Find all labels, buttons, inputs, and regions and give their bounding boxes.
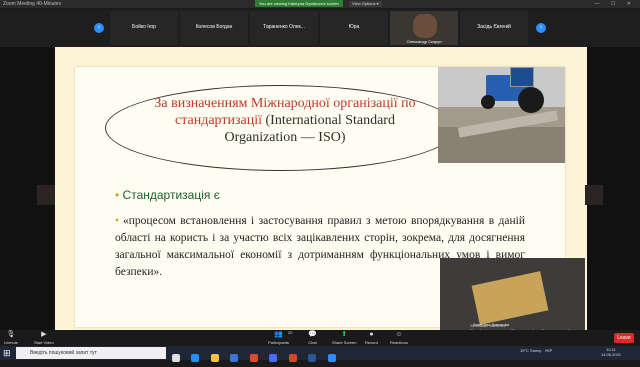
- shared-screen: За визначенням Міжнародної організації п…: [0, 47, 640, 330]
- participant-name: Колесов Богдан: [195, 24, 233, 30]
- participants-icon: 👥: [274, 331, 283, 338]
- tractor-rear-wheel: [518, 87, 544, 113]
- powerpoint-icon[interactable]: [288, 354, 297, 362]
- taskbar-search-input[interactable]: Введіть пошуковий запит тут: [16, 347, 166, 359]
- tractor-photo: [438, 67, 565, 163]
- video-off-icon: ▶: [41, 331, 47, 338]
- window-title: Zoom Meeting 40-Minutes: [3, 1, 62, 7]
- meeting-toolbar: 🎙 Unmute ▶ Start Video 👥 Participants 20 💬 C…: [0, 330, 640, 346]
- windows-start-icon[interactable]: ⊞: [3, 348, 11, 359]
- participant-name: Тараненко Олек...: [263, 24, 305, 30]
- participant-name: Засідь Євгеній: [477, 24, 511, 30]
- bullet-icon: •: [115, 215, 120, 227]
- weather-text: 19°C Sunny: [520, 348, 542, 353]
- word-icon[interactable]: [308, 354, 317, 362]
- reactions-button[interactable]: ☺ Reactions: [390, 331, 408, 345]
- taskbar-apps: [172, 349, 343, 367]
- edge-browser-icon[interactable]: [191, 354, 200, 362]
- participant-name: Олександр Скорун: [406, 39, 442, 44]
- record-button[interactable]: ● Record: [365, 331, 378, 345]
- slide-title: За визначенням Міжнародної організації п…: [115, 95, 455, 146]
- slide-title-line: Organization — ISO): [224, 130, 346, 145]
- chevron-right-icon[interactable]: ›: [536, 23, 546, 33]
- record-icon: ●: [369, 331, 374, 338]
- participant-tile[interactable]: Засідь Євгеній: [460, 11, 528, 45]
- slide-subtitle-text: Стандартизація є: [122, 188, 220, 202]
- slide-side-tab-right: [585, 185, 603, 205]
- slide-subtitle: • Стандартизація є: [115, 188, 220, 202]
- start-video-label: Start Video: [34, 340, 54, 345]
- reactions-icon: ☺: [395, 331, 403, 338]
- participant-video-tile[interactable]: Олександр Скорун: [390, 11, 458, 45]
- system-tray[interactable]: 19°C Sunny УКР: [520, 348, 552, 353]
- windows-taskbar: ⊞ Введіть пошуковий запит тут 19°C Sunny…: [0, 346, 640, 362]
- chat-icon: 💬: [308, 331, 317, 338]
- participant-tile[interactable]: Бойко Ігор: [110, 11, 178, 45]
- participant-tile[interactable]: Тараненко Олек...: [250, 11, 318, 45]
- tractor-front-wheel: [481, 95, 495, 109]
- participants-count: 20: [288, 330, 293, 335]
- participants-label: Participants: [268, 340, 289, 345]
- slide-side-tab-left: [37, 185, 55, 205]
- share-banner: You are viewing Kateryna Dyvakova's scre…: [255, 0, 343, 7]
- task-view-icon[interactable]: [172, 354, 180, 362]
- unmute-button[interactable]: 🎙 Unmute: [4, 331, 18, 345]
- clock-date: 14.05.2021: [601, 352, 622, 357]
- taskbar-clock[interactable]: 10:11 14.05.2021: [601, 347, 621, 357]
- participant-gallery: ‹ Бойко Ігор Колесов Богдан Тараненко Ол…: [0, 9, 640, 47]
- slide-title-line: (International Standard: [265, 113, 395, 128]
- reactions-label: Reactions: [390, 340, 408, 345]
- unmute-label: Unmute: [4, 340, 19, 345]
- photo-ground: [438, 127, 565, 163]
- file-explorer-icon[interactable]: [210, 354, 219, 362]
- slide-title-line: стандартизації: [175, 113, 263, 128]
- chat-label: Chat: [308, 340, 317, 345]
- app-icon[interactable]: [269, 354, 278, 362]
- wooden-box: [471, 271, 549, 325]
- slide-title-line: За визначенням Міжнародної організації п…: [154, 96, 416, 111]
- participant-tile[interactable]: Юра: [320, 11, 388, 45]
- tractor-cab: [510, 67, 534, 87]
- presenter-video[interactable]: Катерина Дивакова: [440, 258, 585, 330]
- participant-video: [413, 14, 437, 38]
- view-options-button[interactable]: View Options ▾: [349, 1, 382, 7]
- leave-button[interactable]: Leave: [614, 333, 634, 343]
- microphone-muted-icon: 🎙: [6, 331, 16, 338]
- share-screen-icon: ⬆: [341, 331, 348, 338]
- store-icon[interactable]: [230, 354, 239, 362]
- chevron-left-icon[interactable]: ‹: [94, 23, 104, 33]
- chat-button[interactable]: 💬 Chat: [308, 331, 317, 345]
- start-video-button[interactable]: ▶ Start Video: [34, 331, 54, 345]
- zoom-icon[interactable]: [327, 354, 336, 362]
- participants-button[interactable]: 👥 Participants: [268, 331, 289, 345]
- bullet-icon: •: [115, 188, 120, 202]
- search-placeholder: Введіть пошуковий запит тут: [30, 350, 97, 356]
- participant-tile[interactable]: Колесов Богдан: [180, 11, 248, 45]
- participant-name: Бойко Ігор: [132, 24, 156, 30]
- participant-name: Юра: [348, 24, 360, 30]
- chrome-icon[interactable]: [249, 354, 258, 362]
- share-screen-button[interactable]: ⬆ Share Screen: [332, 331, 356, 345]
- share-screen-label: Share Screen: [332, 340, 357, 345]
- window-controls[interactable]: — ☐ ✕: [595, 1, 636, 7]
- record-label: Record: [365, 340, 378, 345]
- language-indicator[interactable]: УКР: [545, 348, 553, 353]
